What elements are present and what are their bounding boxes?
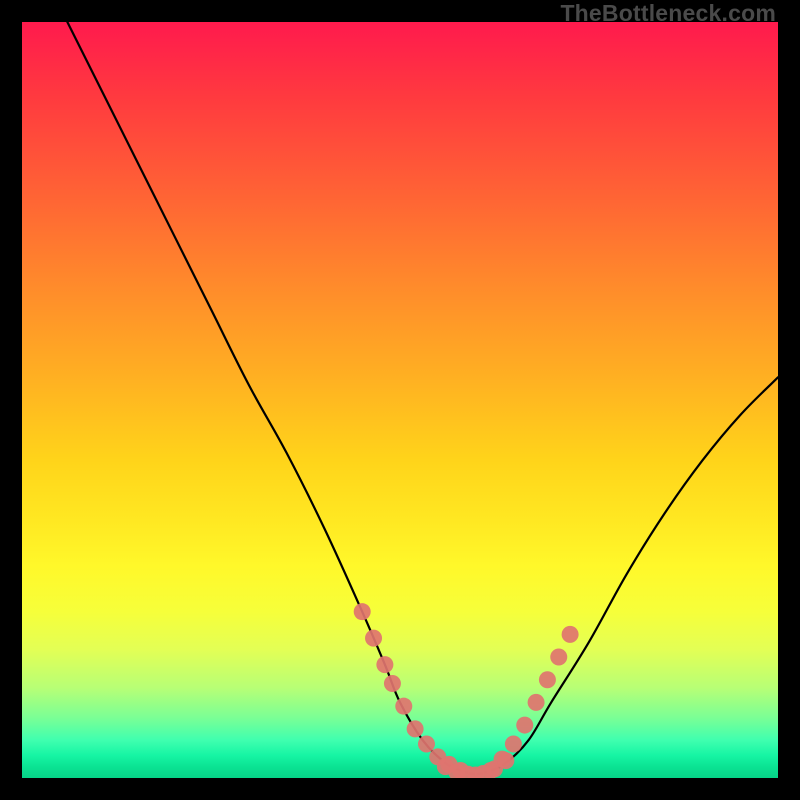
watermark-text: TheBottleneck.com bbox=[560, 0, 776, 27]
chart-frame: TheBottleneck.com bbox=[0, 0, 800, 800]
plot-area bbox=[22, 22, 778, 778]
